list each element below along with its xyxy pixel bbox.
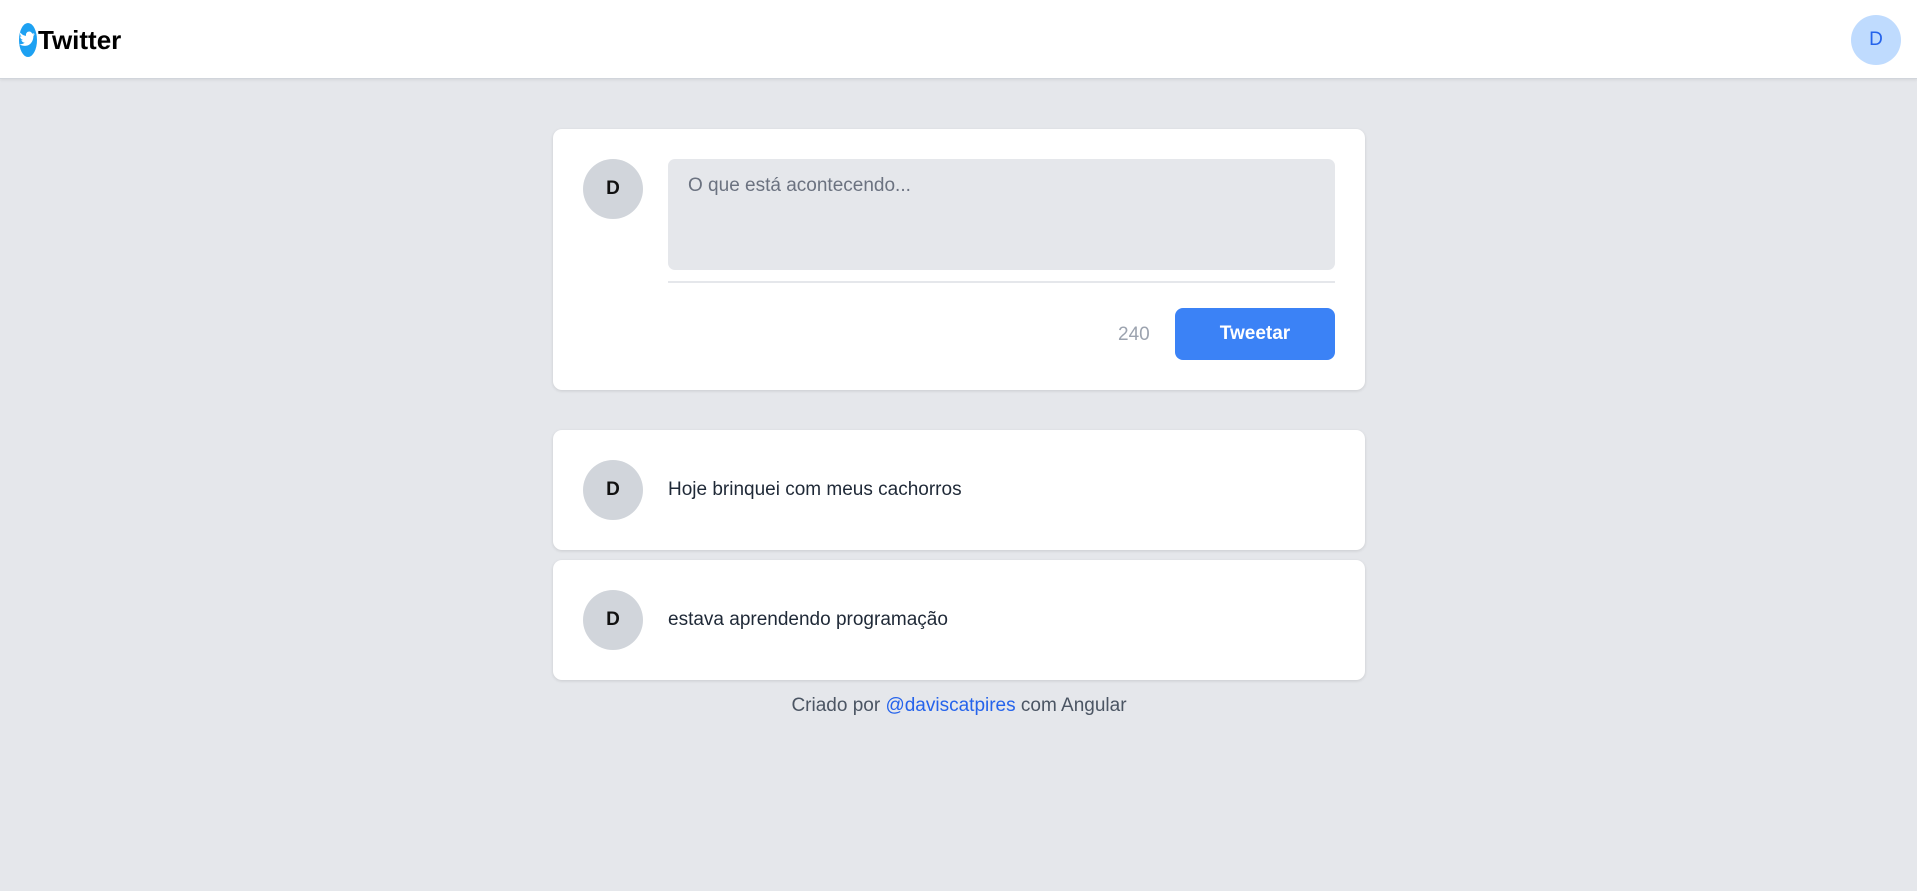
tweet-avatar: D [583, 460, 643, 520]
character-counter: 240 [1118, 324, 1150, 345]
footer-suffix: com Angular [1020, 695, 1127, 716]
tweet-card: D Hoje brinquei com meus cachorros [553, 430, 1365, 550]
top-navbar: Twitter D [0, 0, 1917, 79]
tweet-input[interactable] [668, 159, 1335, 270]
composer-avatar: D [583, 159, 643, 219]
brand-name: Twitter [38, 25, 122, 55]
tweet-card: D estava aprendendo programação [553, 560, 1365, 680]
twitter-bird-icon [19, 23, 37, 57]
composer-divider [668, 281, 1335, 283]
tweet-text: estava aprendendo programação [668, 609, 948, 630]
tweet-avatar: D [583, 590, 643, 650]
author-link[interactable]: @daviscatpires [885, 695, 1015, 716]
footer-prefix: Criado por [791, 695, 881, 716]
tweet-text: Hoje brinquei com meus cachorros [668, 479, 962, 500]
tweet-button[interactable]: Tweetar [1175, 308, 1335, 360]
user-avatar[interactable]: D [1851, 15, 1901, 65]
footer: Criado por @daviscatpires com Angular [553, 693, 1365, 719]
brand[interactable]: Twitter [18, 21, 121, 59]
